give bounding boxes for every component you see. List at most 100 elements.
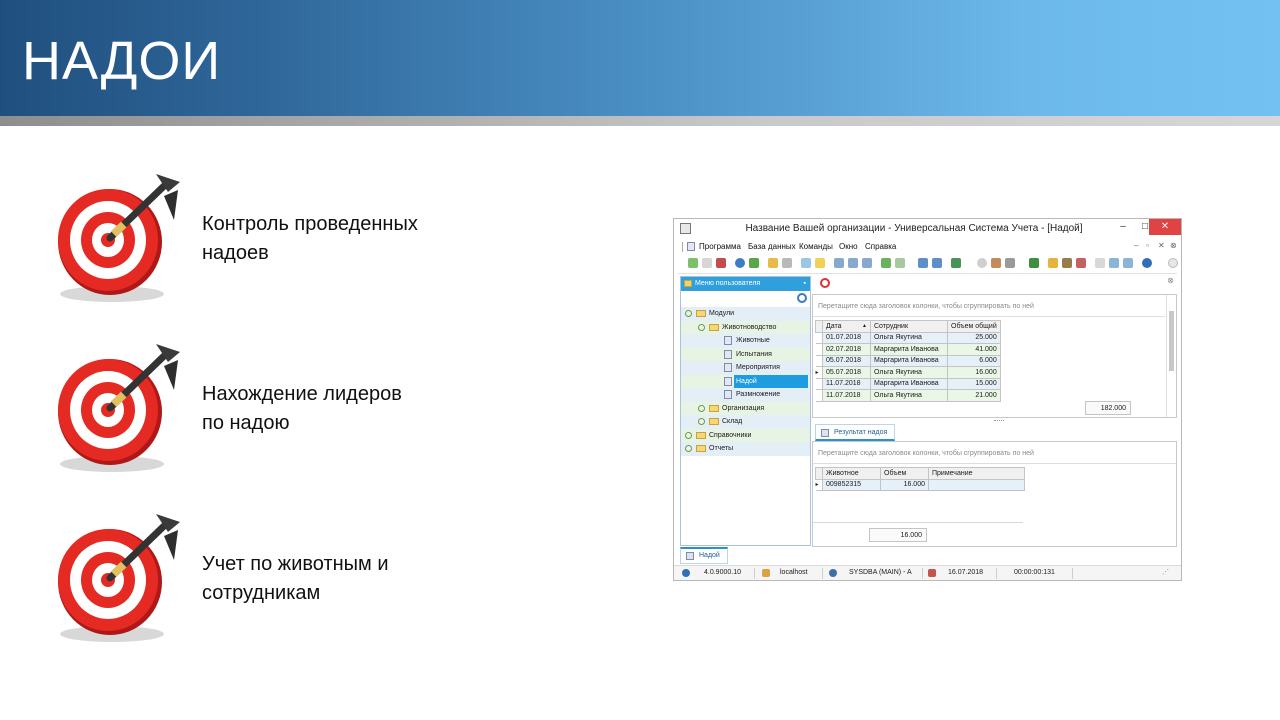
filter-clear-icon[interactable]: [782, 258, 792, 268]
cell-volume[interactable]: 25.000: [947, 331, 1001, 344]
cell-animal[interactable]: 009852315: [822, 478, 881, 491]
cell-employee[interactable]: Маргарита Иванова: [870, 354, 948, 367]
expand-icon[interactable]: [685, 445, 692, 452]
clock-icon[interactable]: [820, 278, 830, 288]
windows-icon[interactable]: [932, 258, 942, 268]
col-volume[interactable]: Объем: [880, 467, 929, 480]
expand-icon[interactable]: [698, 404, 705, 412]
cell-date[interactable]: 05.07.2018: [822, 354, 871, 367]
table-row-current[interactable]: ▸ 05.07.2018 Ольга Якутина 16.000: [815, 366, 1001, 379]
menu-program[interactable]: Программа: [699, 242, 741, 251]
table-row-current[interactable]: ▸ 009852315 16.000: [815, 478, 1025, 491]
menu-database[interactable]: База данных: [748, 242, 796, 251]
vertical-scrollbar[interactable]: [1166, 295, 1176, 417]
tree-item-modules[interactable]: Модули: [681, 307, 810, 321]
mdi-minimize-icon[interactable]: –: [1134, 241, 1138, 250]
export-menu-icon[interactable]: [895, 258, 905, 268]
export-icon[interactable]: [881, 258, 891, 268]
cell-employee[interactable]: Маргарита Иванова: [870, 343, 948, 356]
tree-item-tests[interactable]: Испытания: [681, 347, 810, 361]
cell-date[interactable]: 11.07.2018: [822, 377, 871, 390]
pin-icon[interactable]: ▪: [804, 277, 806, 291]
col-animal[interactable]: Животное: [822, 467, 881, 480]
import-icon[interactable]: [801, 258, 811, 268]
tree-item-organization[interactable]: Организация: [681, 401, 810, 415]
cell-date[interactable]: 02.07.2018: [822, 343, 871, 356]
lock-icon[interactable]: [1048, 258, 1058, 268]
cell-employee[interactable]: Ольга Якутина: [870, 389, 948, 402]
panel-close-icon[interactable]: ⊗: [1167, 276, 1174, 285]
next-icon[interactable]: [862, 258, 872, 268]
refresh-icon[interactable]: [749, 258, 759, 268]
delete-icon[interactable]: [716, 258, 726, 268]
col-volume[interactable]: Объем общий: [947, 320, 1001, 333]
tree-item-directories[interactable]: Справочники: [681, 428, 810, 442]
tree-item-reports[interactable]: Отчеты: [681, 442, 810, 456]
cell-volume[interactable]: 16.000: [947, 366, 1001, 379]
window-titlebar[interactable]: Название Вашей организации - Универсальн…: [674, 219, 1181, 239]
table-row[interactable]: 05.07.2018 Маргарита Иванова 6.000: [815, 354, 1001, 367]
filter-icon[interactable]: [768, 258, 778, 268]
cell-employee[interactable]: Маргарита Иванова: [870, 377, 948, 390]
col-employee[interactable]: Сотрудник: [870, 320, 948, 333]
table-row[interactable]: 11.07.2018 Маргарита Иванова 15.000: [815, 377, 1001, 390]
col-date[interactable]: Дата ▲: [822, 320, 871, 333]
toolbar-close-icon[interactable]: [1168, 258, 1178, 268]
window-icon[interactable]: [918, 258, 928, 268]
collapse-icon[interactable]: [685, 310, 692, 317]
splitter-handle[interactable]: [994, 420, 1004, 422]
cell-date[interactable]: 01.07.2018: [822, 331, 871, 344]
note-icon[interactable]: [815, 258, 825, 268]
tab-milking[interactable]: Надой: [680, 547, 728, 564]
search-icon[interactable]: [735, 258, 745, 268]
scroll-thumb[interactable]: [1169, 311, 1174, 371]
cell-note[interactable]: [928, 478, 1025, 491]
expand-icon[interactable]: [685, 431, 692, 439]
menu-commands[interactable]: Команды: [799, 242, 833, 251]
users-icon[interactable]: [1062, 258, 1072, 268]
cell-volume[interactable]: 41.000: [947, 343, 1001, 356]
first-icon[interactable]: [834, 258, 844, 268]
info-icon[interactable]: [1142, 258, 1152, 268]
report-icon[interactable]: [1029, 258, 1039, 268]
book-icon[interactable]: [951, 258, 961, 268]
table-row[interactable]: 01.07.2018 Ольга Якутина 25.000: [815, 331, 1001, 344]
menu-help[interactable]: Справка: [865, 242, 896, 251]
tools-icon[interactable]: [977, 258, 987, 268]
mdi-circle-icon[interactable]: ⊗: [1170, 241, 1177, 250]
settings-icon[interactable]: [991, 258, 1001, 268]
tree-item-breeding[interactable]: Размножение: [681, 388, 810, 402]
cell-employee[interactable]: Ольга Якутина: [870, 331, 948, 344]
cell-volume[interactable]: 21.000: [947, 389, 1001, 402]
new-icon[interactable]: [688, 258, 698, 268]
tree-item-animals[interactable]: Животные: [681, 334, 810, 348]
mail-icon[interactable]: [1109, 258, 1119, 268]
table-row[interactable]: 02.07.2018 Маргарита Иванова 41.000: [815, 343, 1001, 356]
cell-employee[interactable]: Ольга Якутина: [870, 366, 948, 379]
cell-date[interactable]: 05.07.2018: [822, 366, 871, 379]
cell-volume[interactable]: 6.000: [947, 354, 1001, 367]
close-icon[interactable]: ✕: [1149, 219, 1181, 235]
expand-icon[interactable]: [698, 418, 705, 425]
calendar-icon[interactable]: [1095, 258, 1105, 268]
tree-item-warehouse[interactable]: Склад: [681, 415, 810, 429]
mdi-close-icon[interactable]: ✕: [1158, 241, 1165, 250]
cell-volume[interactable]: 15.000: [947, 377, 1001, 390]
wrench-icon[interactable]: [1005, 258, 1015, 268]
collapse-icon[interactable]: [698, 323, 705, 331]
tree-item-livestock[interactable]: Животноводство: [681, 320, 810, 334]
resize-grip-icon[interactable]: ⋰: [1162, 566, 1169, 580]
menu-window[interactable]: Окно: [839, 242, 858, 251]
mdi-restore-icon[interactable]: ▫: [1146, 241, 1149, 250]
copy-icon[interactable]: [702, 258, 712, 268]
cell-date[interactable]: 11.07.2018: [822, 389, 871, 402]
tree-item-milking[interactable]: Надой: [681, 374, 810, 388]
cell-volume[interactable]: 16.000: [880, 478, 929, 491]
col-note[interactable]: Примечание: [928, 467, 1025, 480]
search-icon[interactable]: [797, 293, 807, 303]
tab-milking-result[interactable]: Результат надоя: [815, 424, 895, 441]
logout-icon[interactable]: [1076, 258, 1086, 268]
table-row[interactable]: 11.07.2018 Ольга Якутина 21.000: [815, 389, 1001, 402]
prev-icon[interactable]: [848, 258, 858, 268]
tree-item-events[interactable]: Мероприятия: [681, 361, 810, 375]
